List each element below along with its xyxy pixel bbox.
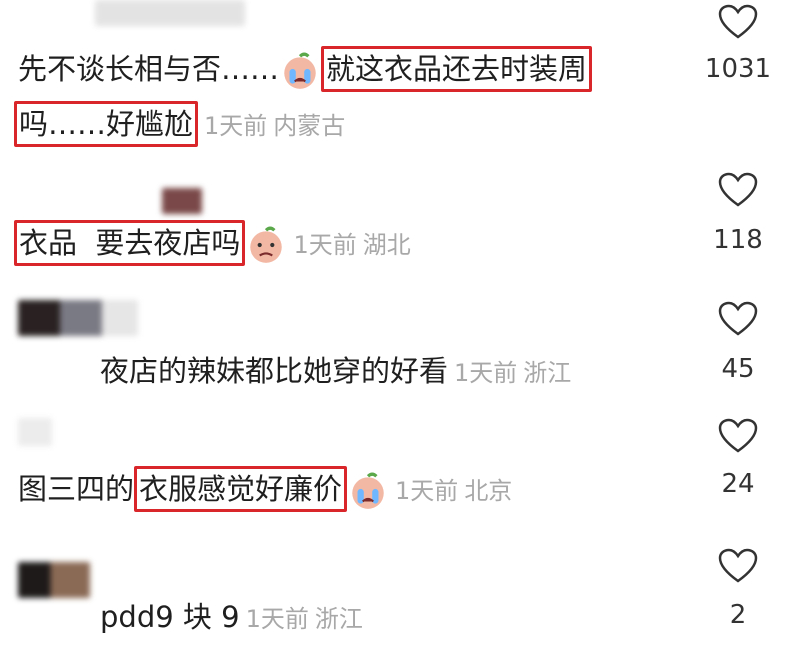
highlight-box: 就这衣品还去时装周 <box>321 46 593 92</box>
crying-face-emoji-icon <box>352 472 384 509</box>
comment-time: 1天前 <box>395 477 459 505</box>
comment-text-segment: 图三四的 <box>18 472 135 506</box>
comment-time: 1天前 <box>293 231 357 259</box>
highlight-box: 吗……好尴尬 <box>14 101 199 147</box>
comment-location: 内蒙古 <box>273 112 346 140</box>
sad-face-emoji-icon <box>250 226 283 263</box>
like-count: 2 <box>729 600 747 630</box>
highlight-box: 衣服感觉好廉价 <box>134 466 348 512</box>
blurred-avatar <box>162 188 202 214</box>
comment-location: 湖北 <box>362 231 411 259</box>
comment-location: 北京 <box>464 477 513 505</box>
blurred-username <box>95 0 245 26</box>
comment-location: 浙江 <box>314 605 363 633</box>
comment-text-segment: 夜店的辣妹都比她穿的好看 <box>100 354 449 388</box>
comment-location: 浙江 <box>523 359 572 387</box>
blurred-avatar <box>18 562 90 598</box>
comment-text-segment: 先不谈长相与否…… <box>18 52 280 86</box>
highlight-box: 衣品 要去夜店吗 <box>14 220 246 266</box>
comment-text-segment: pdd9 块 9 <box>100 600 240 634</box>
crying-face-emoji-icon <box>284 52 316 89</box>
comment-time: 1天前 <box>454 359 518 387</box>
comment-text: 衣品 要去夜店吗 1天前 湖北 <box>14 220 411 266</box>
comment-text: 夜店的辣妹都比她穿的好看 1天前 浙江 <box>100 350 571 394</box>
comment-text: 图三四的 衣服感觉好廉价 1天前 北京 <box>18 466 512 512</box>
heart-outline-icon[interactable] <box>718 548 758 584</box>
blurred-avatar <box>18 418 52 446</box>
heart-outline-icon[interactable] <box>718 172 758 208</box>
comment-time: 1天前 <box>245 605 309 633</box>
comment-text: 吗……好尴尬 1天前 内蒙古 <box>14 101 345 147</box>
like-count: 24 <box>721 469 755 499</box>
heart-outline-icon[interactable] <box>718 4 758 40</box>
blurred-avatar <box>18 300 138 336</box>
heart-outline-icon[interactable] <box>718 418 758 454</box>
comment-time: 1天前 <box>204 112 268 140</box>
comment-text: pdd9 块 9 1天前 浙江 <box>100 596 363 640</box>
like-count: 1031 <box>704 54 772 84</box>
comment-text: 先不谈长相与否…… 就这衣品还去时装周 <box>18 46 593 92</box>
like-count: 45 <box>721 354 755 384</box>
like-count: 118 <box>713 225 763 255</box>
heart-outline-icon[interactable] <box>718 301 758 337</box>
